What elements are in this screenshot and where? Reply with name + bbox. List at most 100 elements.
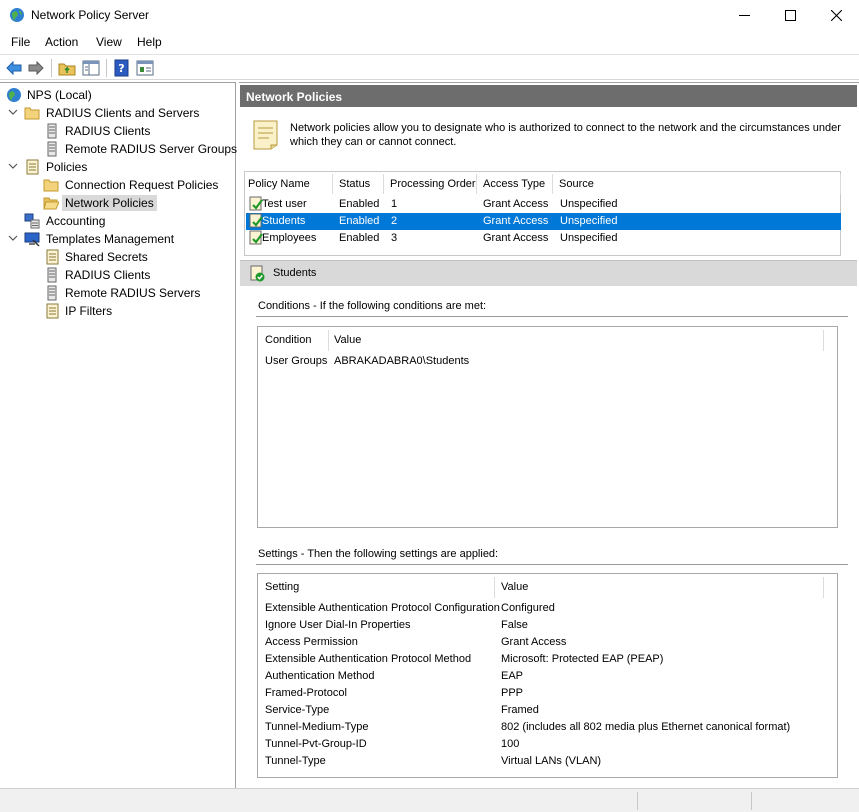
- setting-value-cell: PPP: [501, 687, 524, 699]
- chevron-down-icon[interactable]: [8, 233, 18, 243]
- setting-name-cell: Tunnel-Type: [265, 755, 326, 767]
- description-text: Network policies allow you to designate …: [290, 122, 841, 148]
- setting-name-cell: Tunnel-Pvt-Group-ID: [265, 738, 367, 750]
- column-header-access-type[interactable]: Access Type: [483, 178, 545, 190]
- policy-name-cell: Test user: [262, 198, 307, 210]
- close-button[interactable]: [813, 0, 859, 31]
- tree-item-label: Templates Management: [46, 232, 175, 246]
- pane-header: Network Policies: [240, 85, 857, 107]
- setting-value-cell: 100: [501, 738, 520, 750]
- document-icon: [46, 303, 59, 319]
- note-icon: [253, 120, 278, 150]
- tree-item-label: Remote RADIUS Server Groups: [65, 142, 238, 156]
- setting-value-cell: False: [501, 619, 528, 631]
- description-box: Network policies allow you to designate …: [247, 113, 852, 163]
- server-icon: [47, 267, 57, 283]
- selected-policy-header: Students: [240, 260, 857, 286]
- table-row[interactable]: Employees Enabled 3 Grant Access Unspeci…: [246, 230, 841, 247]
- setting-value-cell: Microsoft: Protected EAP (PEAP): [501, 653, 664, 665]
- policies-table: Policy Name Status Processing Order Acce…: [244, 171, 841, 256]
- details-pane: Network Policies Network policies allow …: [239, 82, 859, 788]
- policy-name-cell: Employees: [262, 232, 317, 244]
- setting-value-cell: Configured: [501, 602, 555, 614]
- tree-item-label: Network Policies: [62, 195, 157, 211]
- settings-label: Settings - Then the following settings a…: [258, 548, 499, 560]
- menu-help[interactable]: Help: [137, 35, 162, 49]
- setting-value-cell: 802 (includes all 802 media plus Etherne…: [501, 721, 791, 733]
- folder-icon: [24, 107, 40, 120]
- settings-table: Setting Value Extensible Authentication …: [257, 573, 838, 778]
- setting-value-cell: Virtual LANs (VLAN): [501, 755, 602, 767]
- column-header-setting[interactable]: Setting: [265, 581, 299, 593]
- setting-name-cell: Ignore User Dial-In Properties: [265, 619, 411, 631]
- setting-name-cell: Extensible Authentication Protocol Metho…: [265, 653, 472, 665]
- setting-value-cell: Grant Access: [501, 636, 567, 648]
- window-title: Network Policy Server: [31, 8, 150, 22]
- show-hide-tree-icon[interactable]: [82, 59, 100, 77]
- maximize-icon: [784, 10, 796, 21]
- setting-value-cell: EAP: [501, 670, 524, 682]
- table-row-selected[interactable]: Students Enabled 2 Grant Access Unspecif…: [246, 213, 841, 230]
- setting-value-cell: Framed: [501, 704, 539, 716]
- help-icon[interactable]: ?: [113, 59, 131, 77]
- menu-view[interactable]: View: [96, 35, 122, 49]
- properties-icon[interactable]: [136, 59, 154, 77]
- folder-icon: [43, 179, 59, 192]
- server-icon: [47, 123, 57, 139]
- policy-status-cell: Enabled: [339, 215, 380, 227]
- policy-name-cell: Students: [262, 215, 306, 227]
- policy-source-cell: Unspecified: [560, 232, 618, 244]
- conditions-table: Condition Value User Groups ABRAKADABRA0…: [257, 326, 838, 528]
- menu-bar: File Action View Help: [0, 31, 859, 53]
- policy-access-cell: Grant Access: [483, 232, 549, 244]
- globe-icon: [10, 8, 24, 22]
- server-icon: [47, 141, 57, 157]
- tree-item-label: NPS (Local): [27, 88, 92, 102]
- maximize-button[interactable]: [767, 0, 813, 31]
- policy-source-cell: Unspecified: [560, 198, 618, 210]
- policy-access-cell: Grant Access: [483, 215, 549, 227]
- tree-item-label: RADIUS Clients: [65, 124, 151, 138]
- setting-name-cell: Access Permission: [265, 636, 358, 648]
- policy-document-icon: [26, 159, 39, 175]
- column-header-processing-order[interactable]: Processing Order: [390, 178, 476, 190]
- setting-name-cell: Tunnel-Medium-Type: [265, 721, 369, 733]
- title-bar: Network Policy Server: [0, 0, 859, 31]
- back-arrow-icon[interactable]: [5, 59, 23, 77]
- tree-item-label: Shared Secrets: [65, 250, 148, 264]
- column-header-condition[interactable]: Condition: [265, 334, 311, 346]
- setting-name-cell: Framed-Protocol: [265, 687, 347, 699]
- tree-item-label: RADIUS Clients and Servers: [46, 106, 200, 120]
- status-bar: [0, 788, 859, 812]
- console-tree: NPS (Local) RADIUS Clients and Servers R…: [0, 82, 238, 788]
- globe-icon: [7, 88, 21, 102]
- close-icon: [830, 10, 842, 21]
- menu-file[interactable]: File: [11, 35, 30, 49]
- forward-arrow-icon[interactable]: [27, 59, 45, 77]
- setting-name-cell: Service-Type: [265, 704, 330, 716]
- policy-status-cell: Enabled: [339, 232, 380, 244]
- tree-item-label: IP Filters: [65, 304, 113, 318]
- column-header-policy-name[interactable]: Policy Name: [248, 178, 310, 190]
- setting-name-cell: Authentication Method: [265, 670, 375, 682]
- column-header-source[interactable]: Source: [559, 178, 594, 190]
- tree-item-label: Policies: [46, 160, 88, 174]
- column-header-value[interactable]: Value: [501, 581, 528, 593]
- policy-access-cell: Grant Access: [483, 198, 549, 210]
- policy-status-cell: Enabled: [339, 198, 380, 210]
- toolbar: ?: [0, 54, 859, 80]
- table-row[interactable]: Test user Enabled 1 Grant Access Unspeci…: [246, 196, 841, 213]
- minimize-button[interactable]: [721, 0, 767, 31]
- tree-item-label: Connection Request Policies: [65, 178, 219, 192]
- condition-value-cell: ABRAKADABRA0\Students: [334, 355, 470, 367]
- up-folder-icon[interactable]: [58, 59, 76, 77]
- chevron-down-icon[interactable]: [8, 161, 18, 171]
- menu-action[interactable]: Action: [45, 35, 78, 49]
- selected-policy-name: Students: [273, 267, 317, 279]
- chevron-down-icon[interactable]: [8, 107, 18, 117]
- minimize-icon: [738, 15, 750, 16]
- tree-item-label: Accounting: [46, 214, 106, 228]
- setting-name-cell: Extensible Authentication Protocol Confi…: [265, 602, 500, 614]
- column-header-value[interactable]: Value: [334, 334, 361, 346]
- column-header-status[interactable]: Status: [339, 178, 370, 190]
